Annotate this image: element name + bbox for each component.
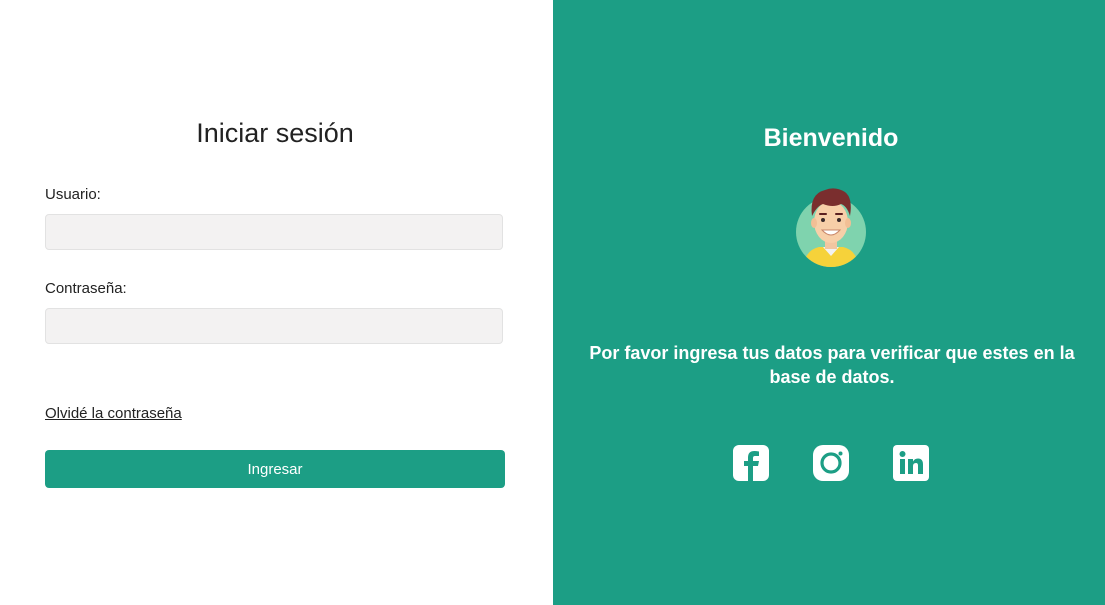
forgot-password-link[interactable]: Olvidé la contraseña [45,405,182,422]
username-label: Usuario: [45,186,101,203]
welcome-message: Por favor ingresa tus datos para verific… [589,343,1075,387]
welcome-title: Bienvenido [763,124,899,152]
facebook-icon[interactable] [733,445,769,481]
login-panel: Iniciar sesión Usuario: Contraseña: Olvi… [0,0,553,605]
password-input[interactable] [45,308,503,344]
instagram-icon[interactable] [813,445,849,481]
username-input[interactable] [45,214,503,250]
login-title: Iniciar sesión [196,118,354,148]
submit-button[interactable]: Ingresar [45,450,505,488]
welcome-panel: Bienvenido Por favor ingresa tus datos p… [553,0,1105,605]
user-avatar-icon [796,188,866,267]
login-page: Iniciar sesión Usuario: Contraseña: Olvi… [0,0,1105,605]
password-label: Contraseña: [45,280,127,297]
linkedin-icon[interactable] [893,445,929,481]
